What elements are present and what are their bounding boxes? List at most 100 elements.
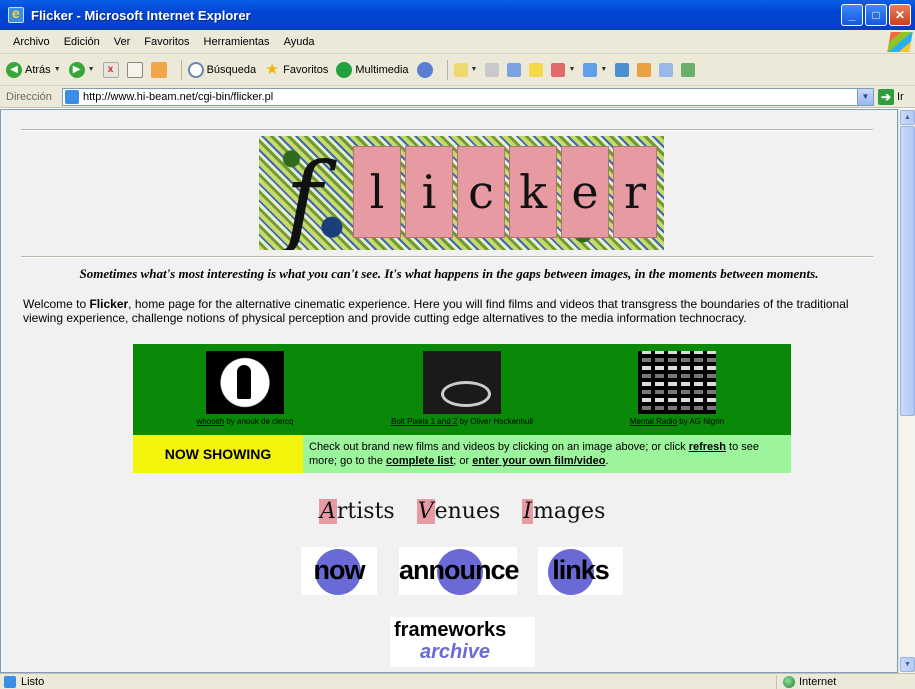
back-button[interactable]: ◀ Atrás ▼: [6, 61, 61, 78]
home-button[interactable]: [150, 61, 167, 78]
print-button[interactable]: [485, 62, 500, 77]
discuss-button[interactable]: [529, 62, 544, 77]
menu-herramientas[interactable]: Herramientas: [197, 36, 277, 48]
complete-list-link[interactable]: complete list: [386, 455, 453, 467]
standard-toolbar: ◀ Atrás ▼ ▶ ▼ x Búsqueda ★ Favoritos Mul…: [0, 54, 915, 86]
section-initial: V: [416, 499, 435, 524]
go-button[interactable]: ➔ Ir: [878, 89, 904, 105]
banner-f: f: [285, 141, 323, 250]
now-showing-label: NOW SHOWING: [133, 435, 303, 473]
messenger-icon: [637, 62, 652, 77]
search-label: Búsqueda: [206, 63, 257, 76]
forward-dropdown-icon[interactable]: ▼: [88, 66, 95, 73]
frameworks-archive-logo[interactable]: frameworks archive: [390, 617, 535, 667]
screen-button[interactable]: [615, 62, 630, 77]
menu-edicion[interactable]: Edición: [57, 36, 107, 48]
links-button[interactable]: links: [538, 547, 623, 595]
scroll-thumb[interactable]: [900, 126, 915, 416]
film-caption: Mental Radio by AG Nigrin: [587, 417, 767, 426]
address-field[interactable]: http://www.hi-beam.net/cgi-bin/flicker.p…: [62, 88, 874, 106]
stop-button[interactable]: x: [102, 61, 119, 78]
translate-dropdown-icon[interactable]: ▼: [600, 66, 607, 73]
section-nav: Artists Venues Images: [319, 490, 619, 524]
menu-favoritos[interactable]: Favoritos: [137, 36, 196, 48]
enter-film-link[interactable]: enter your own film/video: [472, 455, 605, 467]
section-rest: enues: [434, 499, 501, 524]
close-button[interactable]: ✕: [889, 4, 911, 26]
windows-logo-icon: [887, 32, 913, 52]
font-dropdown-icon[interactable]: ▼: [568, 66, 575, 73]
now-label: now: [313, 555, 366, 585]
minimize-button[interactable]: _: [841, 4, 863, 26]
address-url[interactable]: http://www.hi-beam.net/cgi-bin/flicker.p…: [83, 91, 273, 103]
maximize-button[interactable]: □: [865, 4, 887, 26]
welcome-bold: Flicker: [89, 297, 129, 311]
mail-button[interactable]: ▼: [453, 62, 478, 77]
copy-button[interactable]: [659, 62, 674, 77]
media-label: Multimedia: [355, 63, 409, 76]
back-dropdown-icon[interactable]: ▼: [54, 66, 61, 73]
section-artists-link[interactable]: Artists: [319, 490, 395, 524]
history-button[interactable]: [416, 61, 433, 78]
film-caption: Bolt Pixels 1 and 2 by Oliver Hockenhull: [372, 417, 552, 426]
favorites-button[interactable]: ★ Favoritos: [264, 60, 328, 78]
star-icon: ★: [265, 60, 279, 78]
vertical-scrollbar[interactable]: ▲ ▼: [898, 109, 915, 673]
film-author: by AG Nigrin: [677, 417, 725, 426]
window-title: Flicker - Microsoft Internet Explorer: [31, 7, 251, 23]
title-bar[interactable]: Flicker - Microsoft Internet Explorer _ …: [0, 0, 915, 30]
go-label: Ir: [897, 91, 904, 103]
zone-label: Internet: [799, 676, 837, 688]
toolbar-separator: [180, 59, 182, 80]
forward-button[interactable]: ▶ ▼: [68, 61, 95, 78]
now-showing-text: Check out brand new films and videos by …: [303, 435, 791, 473]
welcome-text: Welcome to Flicker, home page for the al…: [23, 297, 875, 325]
menu-archivo[interactable]: Archivo: [6, 36, 57, 48]
film-item: Mental Radio by AG Nigrin: [587, 351, 767, 426]
messenger-button[interactable]: [637, 62, 652, 77]
flicker-banner: f l i c k e r: [259, 136, 664, 250]
address-bar: Dirección http://www.hi-beam.net/cgi-bin…: [0, 86, 915, 108]
film-thumbnail-whoosh[interactable]: [206, 351, 284, 414]
film-link[interactable]: Bolt Pixels 1 and 2: [391, 417, 457, 426]
section-venues-link[interactable]: Venues: [416, 490, 501, 524]
scroll-down-icon[interactable]: ▼: [900, 657, 915, 672]
section-images-link[interactable]: Images: [522, 490, 605, 524]
film-link[interactable]: whoosh: [197, 417, 225, 426]
welcome-pre: Welcome to: [23, 297, 90, 311]
film-thumbnail-bolt-pixels[interactable]: [423, 351, 501, 414]
refresh-icon: [126, 61, 143, 78]
back-arrow-icon: ◀: [6, 61, 22, 78]
media-button[interactable]: Multimedia: [336, 61, 409, 78]
discuss-icon: [529, 62, 544, 77]
font-button[interactable]: ▼: [551, 62, 575, 77]
copy-icon: [659, 62, 674, 77]
menu-ayuda[interactable]: Ayuda: [277, 36, 322, 48]
page-icon: [65, 90, 79, 104]
film-link[interactable]: Mental Radio: [630, 417, 677, 426]
status-text: Listo: [21, 675, 45, 688]
film-caption: whoosh by anouk de clercq: [155, 417, 335, 426]
banner-tile: c: [457, 146, 505, 238]
page-viewport: f l i c k e r Sometimes what's most inte…: [0, 109, 898, 673]
section-rest: rtists: [336, 499, 395, 524]
address-label: Dirección: [6, 90, 52, 103]
now-button[interactable]: now: [301, 547, 377, 595]
refresh-link[interactable]: refresh: [689, 441, 726, 453]
address-dropdown-icon[interactable]: ▼: [857, 89, 873, 105]
film-author: by Oliver Hockenhull: [457, 417, 533, 426]
refresh-button[interactable]: [126, 61, 143, 78]
scroll-up-icon[interactable]: ▲: [900, 110, 915, 125]
banner-tile: k: [509, 146, 557, 238]
edit-button[interactable]: [507, 62, 522, 77]
film-thumbnail-mental-radio[interactable]: [638, 351, 716, 414]
announce-button[interactable]: announce: [399, 547, 520, 595]
mail-dropdown-icon[interactable]: ▼: [471, 66, 478, 73]
tagline: Sometimes what's most interesting is wha…: [79, 266, 819, 281]
download-button[interactable]: [681, 62, 696, 77]
now-text-4: .: [605, 455, 609, 467]
translate-button[interactable]: ▼: [583, 62, 607, 77]
horizontal-rule: [21, 256, 873, 258]
search-button[interactable]: Búsqueda: [187, 61, 257, 78]
menu-ver[interactable]: Ver: [107, 36, 138, 48]
